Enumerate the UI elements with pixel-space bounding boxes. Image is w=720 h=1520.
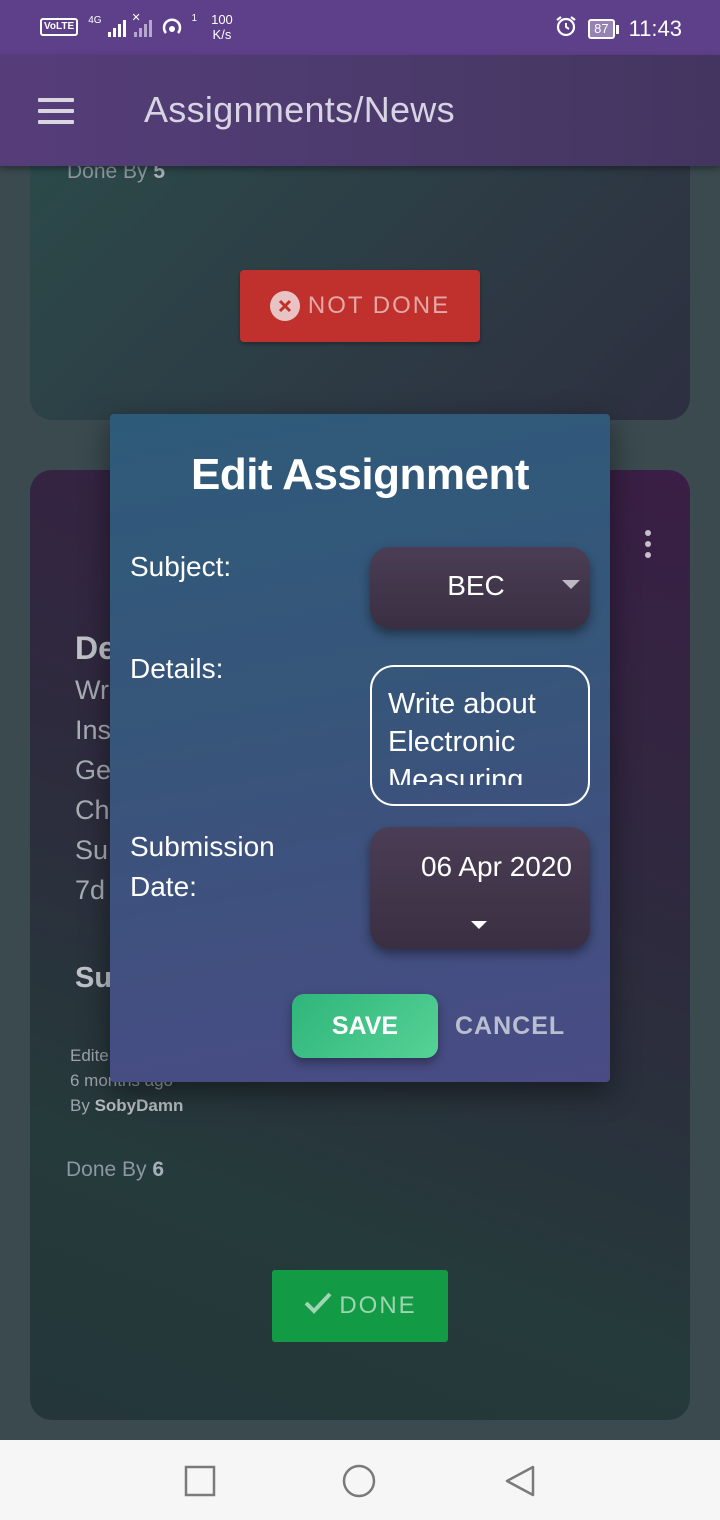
card-line-peek: Ch: [75, 795, 110, 825]
back-triangle-icon[interactable]: [503, 1464, 537, 1498]
date-value: 06 Apr 2020: [420, 851, 572, 882]
dropdown-arrow-icon: [471, 921, 487, 929]
page-title: Assignments/News: [144, 89, 455, 130]
save-button[interactable]: SAVE: [292, 994, 438, 1058]
done-by-count: 6: [152, 1158, 165, 1181]
subject-dropdown[interactable]: BEC: [370, 547, 590, 629]
app-bar: Assignments/News: [0, 55, 720, 166]
submission-date-label: Submission Date:: [130, 827, 275, 907]
assignment-card: Done By 5 NOT DONE: [30, 140, 690, 420]
submission-label-line1: Submission: [130, 831, 275, 862]
status-left: VoLTE 4G ✕ 1 100 K/s: [40, 12, 233, 42]
author-line: By SobyDamn: [70, 1093, 183, 1118]
dialog-title: Edit Assignment: [190, 450, 530, 499]
submission-label-line2: Date:: [130, 871, 197, 902]
status-right: 87 11:43: [554, 14, 682, 44]
done-button[interactable]: DONE: [272, 1270, 448, 1342]
net-speed-value: 100: [211, 12, 233, 27]
clock: 11:43: [628, 16, 682, 41]
net-speed: 100 K/s: [211, 12, 233, 42]
more-options-icon[interactable]: [644, 530, 652, 558]
author-name: SobyDamn: [94, 1096, 184, 1115]
details-label: Details:: [130, 653, 224, 684]
details-value: Write about Electronic Measuring: [388, 688, 536, 785]
dropdown-arrow-icon: [562, 580, 580, 589]
subject-label: Subject:: [130, 551, 232, 582]
done-by-label: Done By: [66, 1158, 147, 1181]
volte-icon: VoLTE: [40, 18, 79, 36]
close-circle-icon: [269, 291, 300, 321]
home-circle-icon[interactable]: [342, 1464, 376, 1498]
card-line-peek: Su: [75, 835, 109, 865]
card-subheading-peek: Su: [75, 962, 113, 994]
not-done-label: NOT DONE: [307, 292, 451, 319]
date-picker[interactable]: 06 Apr 2020: [370, 827, 590, 949]
net-speed-unit: K/s: [212, 27, 232, 42]
done-by-text: Done By 6: [66, 1158, 164, 1182]
details-input[interactable]: Write about Electronic Measuring: [370, 665, 590, 806]
done-label: DONE: [339, 1292, 417, 1319]
card-line-peek: Ge: [75, 755, 112, 785]
subject-value: BEC: [447, 570, 505, 601]
card-line-peek: Ins: [75, 715, 112, 745]
hotspot-count: 1: [191, 13, 198, 24]
alarm-icon: [554, 14, 578, 44]
recents-square-icon[interactable]: [183, 1464, 217, 1498]
card-line-peek: 7d: [75, 875, 106, 905]
not-done-button[interactable]: NOT DONE: [240, 270, 480, 342]
by-label: By: [70, 1096, 90, 1115]
card-line-peek: Wr: [75, 675, 109, 705]
battery-level: 87: [588, 19, 615, 39]
checkmark-icon: [303, 1290, 333, 1323]
status-bar: VoLTE 4G ✕ 1 100 K/s 87 11:43: [0, 0, 720, 55]
edit-assignment-dialog: Edit Assignment Subject: BEC Details: Wr…: [110, 414, 610, 1082]
no-signal-icon: ✕: [132, 12, 152, 37]
battery-icon: 87: [588, 19, 619, 39]
cancel-button[interactable]: CANCEL: [455, 994, 575, 1058]
hamburger-icon[interactable]: [38, 98, 74, 124]
hotspot-icon: [160, 15, 184, 40]
system-nav-bar: [0, 1440, 720, 1520]
signal-icon: [107, 17, 126, 37]
network-type: 4G: [88, 15, 102, 26]
